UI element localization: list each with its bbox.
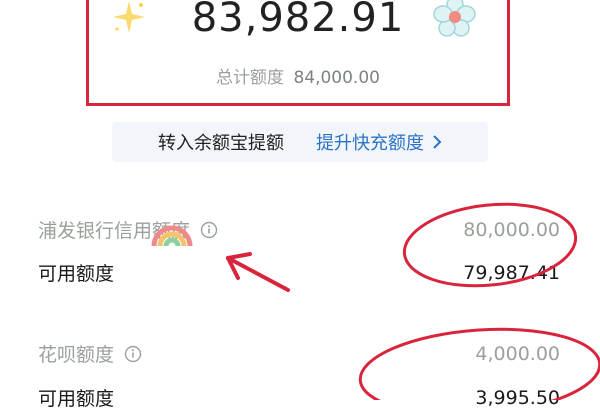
transfer-to-yuebao-link[interactable]: 转入余额宝提额 (158, 129, 284, 155)
bank-available-row: 可用额度 79,987.41 (38, 259, 560, 286)
huabei-row: 花呗额度 4,000.00 (38, 340, 560, 367)
raise-quick-charge-label: 提升快充额度 (316, 133, 424, 154)
chevron-right-icon (433, 135, 442, 149)
action-bar: 转入余额宝提额 提升快充额度 (112, 122, 488, 162)
rainbow-sticker-icon (151, 225, 193, 247)
huabei-value: 4,000.00 (475, 342, 560, 365)
info-icon[interactable] (200, 221, 218, 239)
total-limit: 总计额度 84,000.00 (89, 63, 507, 88)
info-icon[interactable] (124, 345, 142, 363)
huabei-available-label: 可用额度 (38, 388, 115, 410)
bank-available-label: 可用额度 (38, 263, 115, 285)
bank-available-value: 79,987.41 (463, 261, 560, 284)
huabei-available-value: 3,995.50 (475, 386, 560, 409)
total-credit-card: 83,982.91 总计额度 84,000.00 (86, 0, 510, 106)
bank-credit-value: 80,000.00 (463, 218, 560, 241)
total-limit-label: 总计额度 (216, 68, 285, 88)
huabei-label: 花呗额度 (38, 344, 115, 366)
raise-quick-charge-link[interactable]: 提升快充额度 (316, 129, 442, 155)
total-limit-value: 84,000.00 (293, 68, 380, 88)
bank-credit-row: 浦发银行信用额度 80,000.00 (38, 216, 560, 243)
flower-icon (433, 0, 476, 37)
huabei-available-row: 可用额度 3,995.50 (38, 384, 560, 411)
